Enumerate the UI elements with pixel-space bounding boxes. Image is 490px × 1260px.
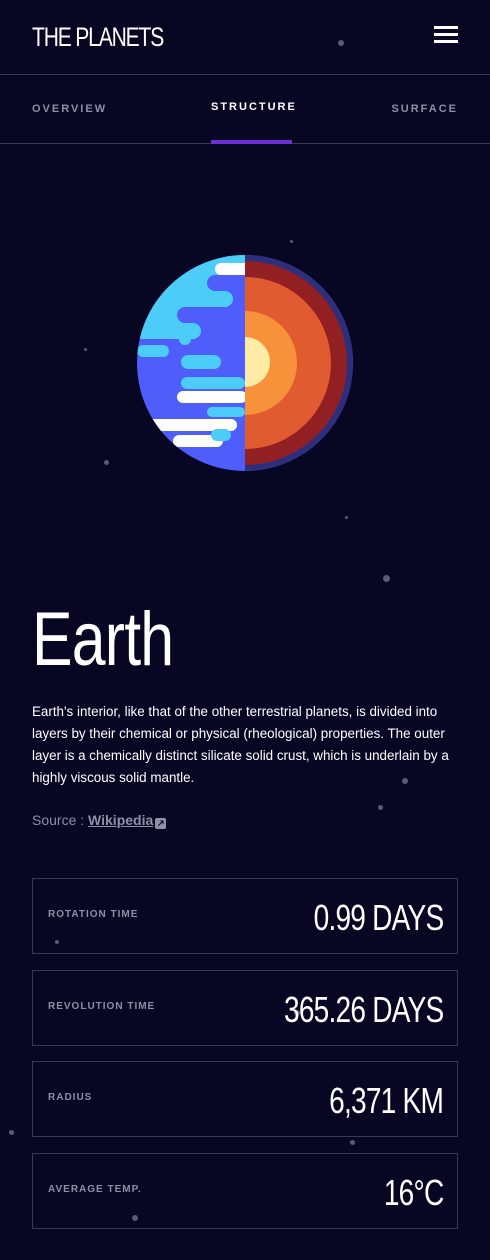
wikipedia-link[interactable]: Wikipedia	[88, 812, 153, 828]
stat-label: AVERAGE TEMP.	[48, 1184, 142, 1195]
stat-value: 6,371 KM	[329, 1080, 444, 1121]
hamburger-icon[interactable]	[434, 26, 458, 43]
stat-radius: RADIUS 6,371 KM	[32, 1061, 458, 1137]
stat-rotation-time: ROTATION TIME 0.99 DAYS	[32, 878, 458, 954]
stat-revolution-time: REVOLUTION TIME 365.26 DAYS	[32, 970, 458, 1046]
planet-name: Earth	[32, 597, 174, 682]
stat-value: 365.26 DAYS	[283, 989, 444, 1030]
active-tab-indicator	[211, 140, 292, 144]
source-label: Source :	[32, 812, 89, 828]
stat-label: ROTATION TIME	[48, 909, 139, 920]
stat-label: RADIUS	[48, 1092, 93, 1103]
tab-surface[interactable]: SURFACE	[391, 103, 458, 115]
stat-average-temp: AVERAGE TEMP. 16°C	[32, 1153, 458, 1229]
stat-value: 0.99 DAYS	[313, 897, 444, 938]
planet-tabs: OVERVIEW STRUCTURE SURFACE	[0, 75, 490, 144]
source-line: Source : Wikipedia ↗	[32, 812, 167, 829]
app-header: THE PLANETS	[0, 0, 490, 75]
stat-label: REVOLUTION TIME	[48, 1001, 156, 1012]
planet-description: Earth's interior, like that of the other…	[32, 704, 449, 785]
planet-structure-image	[137, 255, 353, 471]
tab-structure[interactable]: STRUCTURE	[211, 101, 297, 113]
tab-overview[interactable]: OVERVIEW	[32, 103, 107, 115]
app-logo[interactable]: THE PLANETS	[32, 22, 164, 53]
external-link-icon[interactable]: ↗	[155, 818, 167, 829]
stat-value: 16°C	[383, 1172, 443, 1213]
